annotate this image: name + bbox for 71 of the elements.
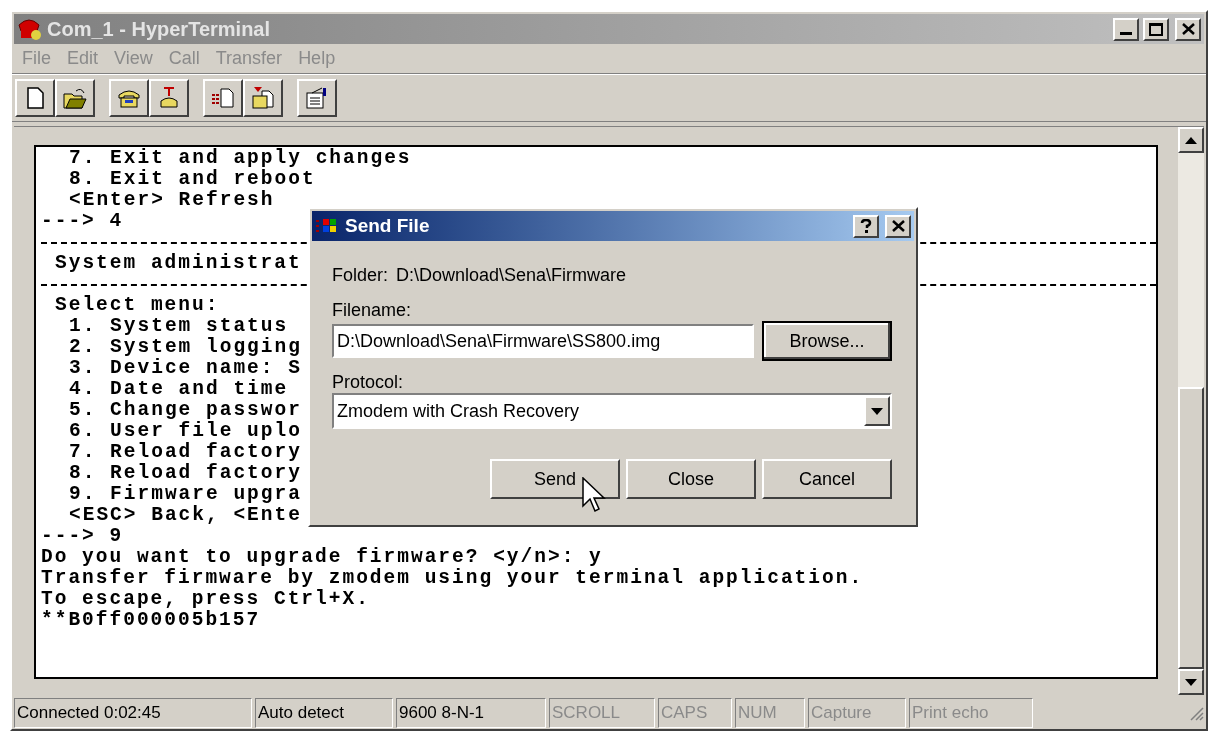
terminal-line: To escape, press Ctrl+X. [41,588,370,610]
terminal-line: 7. Reload factory [69,441,302,463]
folder-page-icon [250,85,276,111]
protocol-dropdown[interactable]: Zmodem with Crash Recovery [332,393,892,429]
status-panel: SCROLL [549,698,655,728]
up-arrow-icon [1185,136,1197,144]
page-icon [210,85,236,111]
dialog-button[interactable]: Close [626,459,756,499]
status-panel: NUM [735,698,805,728]
scroll-down-button[interactable] [1178,669,1204,695]
terminal-line: Select menu: [55,294,220,316]
terminal-line: 6. User file uplo [69,420,302,442]
status-panel: CAPS [658,698,732,728]
dialog-button[interactable]: Cancel [762,459,892,499]
minimize-button[interactable] [1113,17,1139,41]
terminal-line: <Enter> Refresh [69,189,275,211]
browse-button[interactable]: Browse... [762,321,892,361]
dropdown-button[interactable] [864,396,890,426]
terminal-line: System administrat [55,252,302,274]
minimize-icon [1120,31,1132,36]
status-panel: Print echo [909,698,1033,728]
caret-icon [871,407,883,415]
terminal-line: 4. Date and time [69,378,289,400]
terminal-line: ---> 9 [41,525,124,547]
status-panel: 9600 8-N-1 [396,698,546,728]
maximize-button[interactable] [1143,17,1169,41]
terminal-line: 2. System logging [69,336,302,358]
terminal-line: 7. Exit and apply changes [69,147,412,169]
terminal-line: **B0ff000005b157 [41,609,261,631]
filename-field[interactable]: D:\Download\Sena\Firmware\SS800.img [332,324,754,358]
status-panel: Auto detect [255,698,393,728]
terminal-line: Transfer firmware by zmodem using your terminal application. [41,567,864,589]
question-mark-icon [860,219,872,233]
toolbar-button[interactable] [55,79,95,117]
telephone-icon [17,17,43,41]
resize-grip-icon [1188,705,1204,721]
down-arrow-icon [1185,678,1197,686]
window-title: Com_1 - HyperTerminal [47,17,271,42]
mouse-pointer-icon [582,477,606,515]
scroll-up-button[interactable] [1178,127,1204,153]
close-icon [891,220,905,232]
toolbar-button[interactable] [243,79,283,117]
toolbar-button[interactable] [149,79,189,117]
terminal-line: 8. Reload factory [69,462,302,484]
terminal-line: 9. Firmware upgra [69,483,302,505]
terminal-line: 8. Exit and reboot [69,168,316,190]
terminal-line: 3. Device name: S [69,357,302,379]
toolbar-button[interactable] [109,79,149,117]
terminal-line: 5. Change passwor [69,399,302,421]
terminal-line: Do you want to upgrade firmware? <y/n>: y [41,546,603,568]
terminal-line: ---> 4 [41,210,124,232]
protocol-label: Protocol: [332,371,405,393]
folder-path: D:\Download\Sena\Firmware [396,263,627,287]
filename-label: Filename: [332,299,413,321]
toolbar-button[interactable] [203,79,243,117]
status-panel: Connected 0:02:45 [14,698,252,728]
scrollbar-thumb[interactable] [1178,387,1204,669]
close-button[interactable] [885,214,911,238]
maximize-icon [1149,22,1163,36]
status-panel: Capture [808,698,906,728]
close-icon [1181,23,1195,35]
terminal-line: 1. System status [69,315,289,337]
dialog-title: Send File [345,213,430,238]
close-button[interactable] [1175,17,1201,41]
terminal-line: <ESC> Back, <Ente [69,504,302,526]
dialog-button[interactable]: Send [490,459,620,499]
folder-label: Folder: [332,263,389,287]
toolbar-button[interactable] [15,79,55,117]
help-button[interactable] [853,214,879,238]
protocol-value: Zmodem with Crash Recovery [337,399,581,423]
toolbar-button[interactable] [297,79,337,117]
